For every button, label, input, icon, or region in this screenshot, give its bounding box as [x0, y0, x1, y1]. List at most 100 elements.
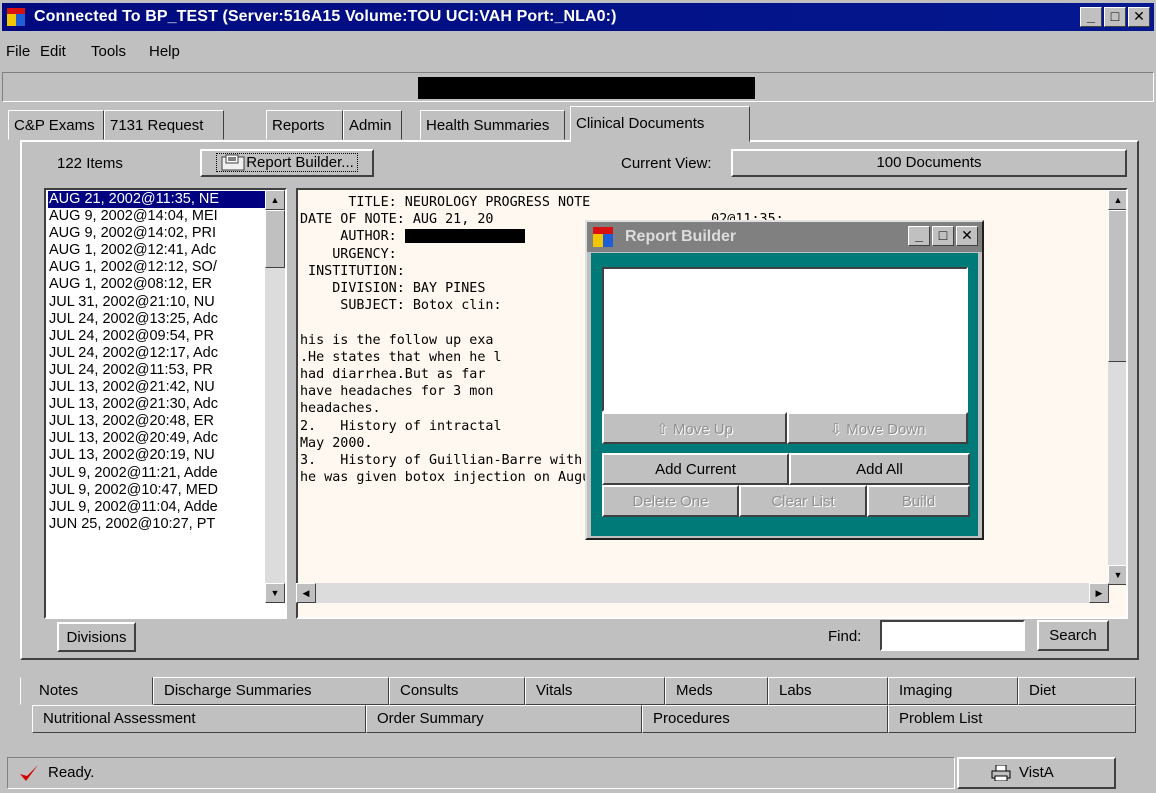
- list-item[interactable]: AUG 21, 2002@11:35, NE: [48, 191, 265, 209]
- tab-clinical-documents[interactable]: Clinical Documents: [570, 106, 750, 142]
- report-selection-list[interactable]: [602, 267, 968, 412]
- tab-diet[interactable]: Diet: [1018, 677, 1136, 705]
- status-bar: Ready. VistA: [2, 752, 1154, 792]
- app-icon: [7, 8, 25, 26]
- report-builder-button[interactable]: Report Builder...: [200, 149, 374, 177]
- search-button[interactable]: Search: [1037, 620, 1109, 651]
- tab-order-summary[interactable]: Order Summary: [366, 705, 642, 733]
- list-item[interactable]: JUL 24, 2002@12:17, Adc: [48, 345, 265, 362]
- tab-imaging[interactable]: Imaging: [888, 677, 1018, 705]
- dialog-app-icon: [593, 227, 613, 247]
- find-label: Find:: [828, 628, 862, 645]
- dialog-title-bar[interactable]: Report Builder _ □ ✕: [587, 222, 982, 252]
- list-item[interactable]: JUL 13, 2002@20:48, ER: [48, 413, 265, 430]
- list-item[interactable]: JUN 25, 2002@10:27, PT: [48, 516, 265, 533]
- redacted-author: [404, 229, 525, 244]
- menu-help[interactable]: Help: [149, 43, 180, 60]
- checkmark-icon: [20, 765, 38, 781]
- list-item[interactable]: AUG 1, 2002@12:41, Adc: [48, 242, 265, 259]
- scroll-right-icon[interactable]: ▶: [1089, 583, 1109, 603]
- list-item[interactable]: JUL 13, 2002@21:30, Adc: [48, 396, 265, 413]
- tab-consults[interactable]: Consults: [389, 677, 525, 705]
- current-view-value[interactable]: 100 Documents: [731, 149, 1127, 177]
- dialog-maximize-button[interactable]: □: [932, 226, 954, 246]
- tab-meds[interactable]: Meds: [665, 677, 768, 705]
- up-arrow-icon: ⇧: [656, 421, 673, 438]
- redacted-patient-name: [418, 77, 755, 99]
- menu-tools[interactable]: Tools: [91, 43, 126, 60]
- list-item[interactable]: JUL 9, 2002@10:47, MED: [48, 482, 265, 499]
- tab-discharge-summaries[interactable]: Discharge Summaries: [153, 677, 389, 705]
- status-text: Ready.: [48, 764, 95, 781]
- tab-notes[interactable]: Notes: [20, 677, 153, 705]
- down-arrow-icon: ⇩: [829, 421, 847, 438]
- list-item[interactable]: JUL 9, 2002@11:21, Adde: [48, 465, 265, 482]
- printer-icon: [991, 765, 1011, 781]
- list-item[interactable]: JUL 9, 2002@11:04, Adde: [48, 499, 265, 516]
- window-title: Connected To BP_TEST (Server:516A15 Volu…: [34, 8, 617, 25]
- maximize-button[interactable]: □: [1104, 7, 1126, 27]
- delete-one-button[interactable]: Delete One: [602, 485, 739, 517]
- status-panel: Ready.: [7, 757, 955, 789]
- dialog-title: Report Builder: [625, 228, 737, 245]
- list-item[interactable]: JUL 13, 2002@20:49, Adc: [48, 430, 265, 447]
- scroll-left-icon[interactable]: ◀: [296, 583, 316, 603]
- menu-bar: File Edit Tools Help: [2, 32, 1154, 72]
- list-item[interactable]: AUG 1, 2002@12:12, SO/: [48, 259, 265, 276]
- tab-vitals[interactable]: Vitals: [525, 677, 665, 705]
- menu-file[interactable]: File: [6, 43, 30, 60]
- find-input[interactable]: [880, 620, 1025, 651]
- dialog-close-button[interactable]: ✕: [956, 226, 978, 246]
- close-button[interactable]: ✕: [1128, 7, 1150, 27]
- list-item[interactable]: AUG 1, 2002@08:12, ER: [48, 276, 265, 293]
- document-list[interactable]: AUG 21, 2002@11:35, NE AUG 9, 2002@14:04,…: [44, 188, 287, 619]
- report-builder-dialog: Report Builder _ □ ✕ ⇧ Move Up ⇩ Move Do…: [585, 220, 984, 540]
- clear-list-button[interactable]: Clear List: [739, 485, 867, 517]
- build-button[interactable]: Build: [867, 485, 970, 517]
- vista-button[interactable]: VistA: [957, 757, 1116, 789]
- tab-labs[interactable]: Labs: [768, 677, 888, 705]
- minimize-button[interactable]: _: [1080, 7, 1102, 27]
- note-scroll-down-icon[interactable]: ▼: [1108, 565, 1126, 585]
- list-item[interactable]: AUG 9, 2002@14:02, PRI: [48, 225, 265, 242]
- add-all-button[interactable]: Add All: [789, 453, 970, 485]
- main-window: Connected To BP_TEST (Server:516A15 Volu…: [0, 0, 1156, 793]
- dialog-minimize-button[interactable]: _: [908, 226, 930, 246]
- move-up-button[interactable]: ⇧ Move Up: [602, 412, 787, 444]
- report-builder-icon: [221, 154, 245, 171]
- tab-admin[interactable]: Admin: [343, 110, 402, 140]
- scroll-down-icon[interactable]: ▼: [265, 583, 285, 603]
- document-list-scrollbar[interactable]: ▲ ▼: [265, 190, 285, 603]
- items-count: 122 Items: [57, 155, 123, 172]
- note-scroll-up-icon[interactable]: ▲: [1108, 190, 1126, 210]
- add-current-button[interactable]: Add Current: [602, 453, 789, 485]
- move-down-button[interactable]: ⇩ Move Down: [787, 412, 968, 444]
- list-item[interactable]: JUL 24, 2002@09:54, PR: [48, 328, 265, 345]
- scroll-up-icon[interactable]: ▲: [265, 190, 285, 210]
- tab-nutritional-assessment[interactable]: Nutritional Assessment: [32, 705, 366, 733]
- dialog-body: ⇧ Move Up ⇩ Move Down Add Current Add Al…: [591, 253, 978, 536]
- tab-cp-exams[interactable]: C&P Exams: [8, 110, 104, 140]
- list-item[interactable]: JUL 13, 2002@21:42, NU: [48, 379, 265, 396]
- tab-reports[interactable]: Reports: [266, 110, 343, 140]
- note-scroll-thumb[interactable]: [1108, 210, 1126, 362]
- menu-edit[interactable]: Edit: [40, 43, 66, 60]
- tab-problem-list[interactable]: Problem List: [888, 705, 1136, 733]
- title-bar[interactable]: Connected To BP_TEST (Server:516A15 Volu…: [2, 3, 1154, 31]
- note-scrollbar[interactable]: ▲ ▼: [1108, 190, 1126, 585]
- tab-7131-request[interactable]: 7131 Request: [104, 110, 224, 140]
- scroll-thumb[interactable]: [265, 210, 285, 268]
- tab-health-summaries[interactable]: Health Summaries: [420, 110, 565, 140]
- tab-procedures[interactable]: Procedures: [642, 705, 888, 733]
- list-item[interactable]: JUL 31, 2002@21:10, NU: [48, 294, 265, 311]
- patient-banner: [2, 72, 1154, 102]
- vista-label: VistA: [1019, 764, 1054, 781]
- list-item[interactable]: AUG 9, 2002@14:04, MEI: [48, 208, 265, 225]
- list-item[interactable]: JUL 13, 2002@20:19, NU: [48, 447, 265, 464]
- note-hscrollbar[interactable]: ◀ ▶: [296, 583, 1109, 603]
- divisions-button[interactable]: Divisions: [57, 622, 136, 652]
- current-view-label: Current View:: [621, 155, 712, 172]
- report-builder-label: Report Builder...: [246, 154, 354, 171]
- list-item[interactable]: JUL 24, 2002@13:25, Adc: [48, 311, 265, 328]
- list-item[interactable]: JUL 24, 2002@11:53, PR: [48, 362, 265, 379]
